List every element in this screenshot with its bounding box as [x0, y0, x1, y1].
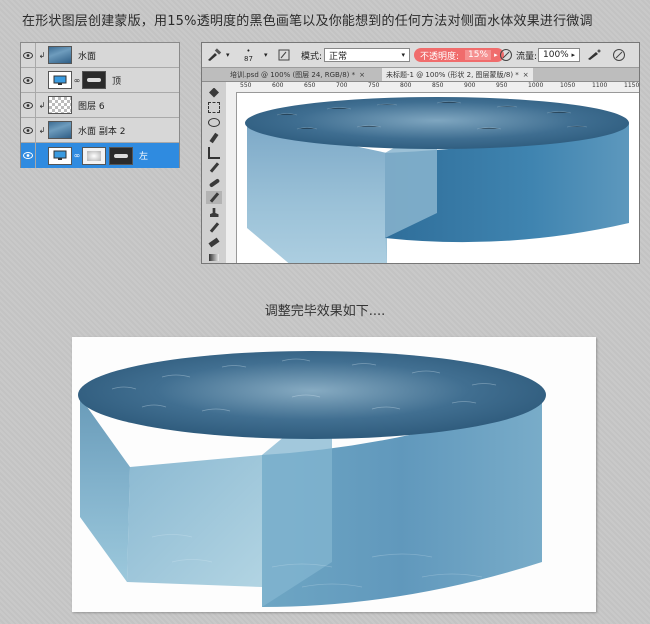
- ruler-tick-label: 950: [496, 82, 508, 89]
- brush-panel-toggle[interactable]: [278, 43, 290, 67]
- crop-tool-icon[interactable]: [206, 146, 222, 159]
- result-image: [72, 337, 596, 612]
- pressure-opacity-toggle[interactable]: [499, 43, 513, 67]
- page-heading: 在形状图层创建蒙版，用15%透明度的黑色画笔以及你能想到的任何方法对侧面水体效果…: [22, 14, 593, 29]
- tab-untitled[interactable]: 未标题-1 @ 100% (形状 2, 图层蒙版/8) * ×: [382, 68, 533, 81]
- move-tool-icon[interactable]: [206, 86, 222, 99]
- flow-label: 流量:: [516, 51, 538, 62]
- dropdown-arrow-icon: ▸: [494, 51, 498, 59]
- layer-thumbnail: [48, 96, 72, 114]
- layer-mask-thumbnail: [82, 71, 106, 89]
- toolbox: [202, 82, 227, 263]
- ruler-tick-label: 850: [432, 82, 444, 89]
- eye-icon[interactable]: [21, 42, 36, 68]
- layer-name: 图层 6: [78, 101, 105, 112]
- ruler-tick-label: 600: [272, 82, 284, 89]
- clip-arrow-icon: ↲: [38, 50, 46, 60]
- layer-row-layer6[interactable]: ↲ 图层 6: [21, 92, 179, 118]
- photoshop-window: ▾ • 87 ▾ 模式: 正常 ▾ 不透明度: 15% ▸ 流量: 100% ▸ 培训.…: [201, 42, 640, 264]
- monitor-icon: [48, 71, 72, 89]
- healing-brush-icon[interactable]: [206, 176, 222, 189]
- close-icon[interactable]: ×: [523, 71, 529, 79]
- dropdown-arrow-icon: ▸: [571, 51, 575, 59]
- brush-size-picker[interactable]: • 87: [244, 43, 253, 67]
- pen-pressure-icon: [613, 49, 625, 61]
- ruler-vertical: [226, 92, 237, 263]
- flow-input[interactable]: 100% ▸: [538, 48, 580, 62]
- layer-name: 水面 副本 2: [78, 126, 126, 137]
- mode-select[interactable]: 正常 ▾: [324, 48, 410, 62]
- eye-icon[interactable]: [21, 117, 36, 143]
- ruler-tick-label: 1150: [624, 82, 640, 89]
- ruler-tick-label: 700: [336, 82, 348, 89]
- pressure-size-toggle[interactable]: [612, 43, 626, 67]
- tab-label: 未标题-1 @ 100% (形状 2, 图层蒙版/8) *: [386, 70, 519, 79]
- layer-row-top[interactable]: ∞ 顶: [21, 67, 179, 93]
- layer-row-water-copy[interactable]: ↲ 水面 副本 2: [21, 117, 179, 143]
- layer-thumbnail: [48, 46, 72, 64]
- layers-panel: ↲ 水面 ∞ 顶 ↲ 图层 6 ↲ 水面 副本 2 ∞ 左: [20, 42, 180, 168]
- brush-icon: [208, 48, 222, 61]
- result-caption: 调整完毕效果如下....: [264, 304, 386, 319]
- ruler-tick-label: 1100: [592, 82, 608, 89]
- opacity-value: 15%: [465, 50, 492, 60]
- eye-icon[interactable]: [21, 67, 36, 93]
- layer-row-left[interactable]: ∞ 左: [21, 143, 179, 168]
- eraser-icon[interactable]: [206, 236, 222, 249]
- dropdown-arrow-icon[interactable]: ▾: [264, 43, 268, 67]
- opacity-label: 不透明度:: [420, 51, 460, 62]
- document-canvas[interactable]: [237, 93, 639, 263]
- brush-panel-icon: [278, 49, 290, 61]
- quick-select-icon[interactable]: [206, 131, 222, 144]
- ruler-tick-label: 650: [304, 82, 316, 89]
- chain-icon: ∞: [73, 75, 81, 85]
- options-bar: ▾ • 87 ▾ 模式: 正常 ▾ 不透明度: 15% ▸ 流量: 100% ▸: [202, 43, 639, 68]
- lasso-tool-icon[interactable]: [206, 116, 222, 129]
- mode-value: 正常: [329, 51, 348, 62]
- brush-tool-icon[interactable]: [206, 191, 222, 204]
- marquee-tool-icon[interactable]: [206, 101, 222, 114]
- clip-arrow-icon: ↲: [38, 100, 46, 110]
- tab-training[interactable]: 培训.psd @ 100% (图层 24, RGB/8) * ×: [226, 68, 369, 81]
- ruler-tick-label: 800: [400, 82, 412, 89]
- ruler-tick-label: 750: [368, 82, 380, 89]
- dropdown-arrow-icon: ▾: [401, 51, 405, 59]
- close-icon[interactable]: ×: [359, 71, 365, 79]
- ruler-tick-label: 900: [464, 82, 476, 89]
- gradient-tool-icon[interactable]: [206, 251, 222, 263]
- brush-tip-icon: •: [246, 47, 251, 55]
- dropdown-arrow-icon: ▾: [226, 51, 230, 59]
- clone-stamp-icon[interactable]: [206, 206, 222, 219]
- eye-icon[interactable]: [21, 92, 36, 118]
- history-brush-icon[interactable]: [206, 221, 222, 234]
- document-tabs: 培训.psd @ 100% (图层 24, RGB/8) * × 未标题-1 @ …: [202, 68, 639, 82]
- layer-mask-thumbnail: [82, 146, 106, 165]
- water-cylinder-result: [78, 351, 546, 607]
- airbrush-icon: [588, 49, 601, 60]
- water-cylinder-preview: [245, 97, 629, 263]
- clip-arrow-icon: ↲: [38, 125, 46, 135]
- brush-tool-preset[interactable]: ▾: [206, 43, 230, 67]
- eye-icon[interactable]: [21, 143, 36, 168]
- pen-pressure-icon: [500, 49, 512, 61]
- monitor-icon: [48, 146, 72, 165]
- eyedropper-icon[interactable]: [206, 161, 222, 174]
- airbrush-toggle[interactable]: [586, 43, 602, 67]
- layer-name: 水面: [78, 51, 97, 62]
- layer-thumbnail: [48, 121, 72, 139]
- flow-value: 100%: [543, 50, 569, 60]
- chain-icon: ∞: [73, 151, 81, 160]
- opacity-control[interactable]: 不透明度: 15% ▸: [414, 48, 504, 62]
- layer-name: 顶: [112, 76, 122, 87]
- layer-name: 左: [139, 152, 149, 162]
- layer-row-water[interactable]: ↲ 水面: [21, 42, 179, 68]
- ruler-tick-label: 550: [240, 82, 252, 89]
- brush-size-value: 87: [244, 55, 253, 63]
- mode-label: 模式:: [301, 51, 323, 62]
- ruler-tick-label: 1000: [528, 82, 544, 89]
- tab-label: 培训.psd @ 100% (图层 24, RGB/8) *: [230, 70, 356, 79]
- ruler-horizontal: 550 600 650 700 750 800 850 900 950 1000 1050 1100 1…: [226, 82, 639, 93]
- layer-shape-thumbnail: [109, 146, 133, 165]
- ruler-tick-label: 1050: [560, 82, 576, 89]
